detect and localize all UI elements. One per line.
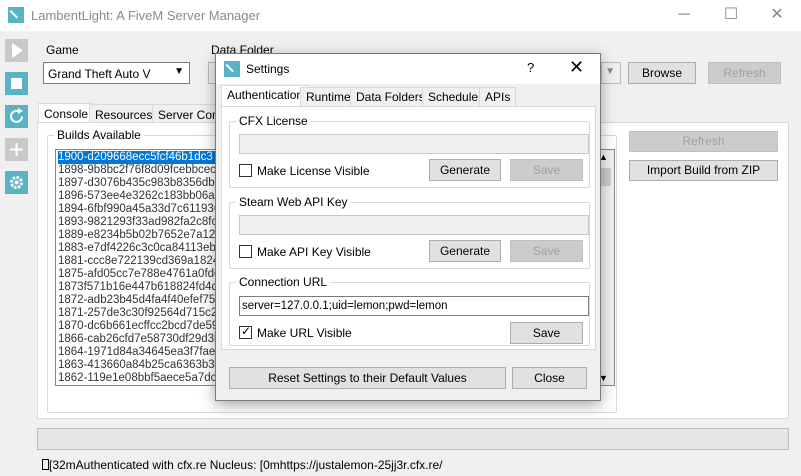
builds-refresh-button[interactable]: Refresh	[629, 131, 778, 152]
tab-data-folders[interactable]: Data Folders	[350, 87, 431, 106]
stop-icon	[11, 78, 22, 89]
title-bar: LambentLight: A FiveM Server Manager ─ ☐…	[0, 0, 801, 31]
data-folder-select-arrow[interactable]: ▼	[601, 62, 621, 84]
cfx-generate-button[interactable]: Generate	[429, 159, 501, 181]
game-select-value: Grand Theft Auto V	[48, 67, 151, 81]
steam-save-button[interactable]: Save	[510, 240, 583, 262]
build-list-item[interactable]: 1866-cab26cfd7e58730df29d3b8	[58, 333, 218, 346]
api-key-visible-label: Make API Key Visible	[257, 245, 371, 259]
reset-settings-button[interactable]: Reset Settings to their Default Values	[229, 367, 506, 389]
connection-save-button[interactable]: Save	[510, 322, 583, 344]
connection-url-title: Connection URL	[236, 275, 331, 289]
connection-url-input[interactable]: server=127.0.0.1;uid=lemon;pwd=lemon	[239, 296, 589, 316]
connection-url-group: Connection URL server=127.0.0.1;uid=lemo…	[229, 275, 590, 346]
browse-button[interactable]: Browse	[628, 62, 696, 84]
tab-server-config[interactable]: Server Confi	[152, 104, 216, 124]
tab-authentication[interactable]: Authentication	[221, 85, 310, 107]
data-folder-refresh-button[interactable]: Refresh	[708, 62, 781, 84]
api-key-visible-checkbox[interactable]	[239, 245, 252, 258]
settings-button[interactable]	[5, 171, 28, 194]
tab-resources[interactable]: Resources	[89, 104, 159, 124]
license-visible-checkbox[interactable]	[239, 164, 252, 177]
url-visible-checkbox[interactable]	[239, 324, 252, 339]
main-window: LambentLight: A FiveM Server Manager ─ ☐…	[0, 0, 801, 476]
status-text: [32mAuthenticated with cfx.re Nucleus: […	[42, 458, 443, 472]
build-list-item[interactable]: 1883-e7df4226c3c0ca84113ebee	[58, 242, 218, 255]
play-button[interactable]	[5, 39, 28, 62]
build-list-item[interactable]: 1870-dc6b661ecffcc2bcd7de599	[58, 320, 218, 333]
build-list-item[interactable]: 1898-9b8bc2f76f8d09fcebbcecd3	[58, 164, 218, 177]
game-label: Game	[46, 43, 79, 57]
maximize-button[interactable]: ☐	[708, 0, 754, 31]
tab-apis[interactable]: APIs	[479, 87, 517, 106]
build-list-item[interactable]: 1889-e8234b5b02b7652e7a1258	[58, 229, 218, 242]
license-visible-label: Make License Visible	[257, 164, 370, 178]
steam-api-input[interactable]	[239, 215, 589, 235]
escape-glyph-icon	[42, 459, 49, 470]
app-logo-icon	[8, 7, 24, 23]
import-build-button[interactable]: Import Build from ZIP	[629, 160, 778, 181]
connection-url-value: server=127.0.0.1;uid=lemon;pwd=lemon	[242, 300, 448, 312]
dialog-close-icon[interactable]: ✕	[569, 57, 584, 78]
status-message: [32mAuthenticated with cfx.re Nucleus: […	[49, 458, 443, 472]
gear-icon	[10, 176, 23, 189]
build-list-item[interactable]: 1864-1971d84a34645ea3f7faeba	[58, 346, 218, 359]
help-button[interactable]: ?	[527, 60, 534, 75]
build-list-item[interactable]: 1862-119e1e08bbf5aece5a7dc9a	[58, 372, 218, 385]
app-title: LambentLight: A FiveM Server Manager	[31, 8, 261, 23]
build-list-item[interactable]: 1875-afd05cc7e788e4761a0fded	[58, 268, 218, 281]
stop-button[interactable]	[5, 72, 28, 95]
close-window-button[interactable]: ✕	[754, 0, 800, 31]
dialog-close-button[interactable]: Close	[512, 367, 587, 389]
dialog-title: Settings	[246, 62, 290, 76]
authentication-panel: CFX License Make License Visible Generat…	[221, 106, 596, 350]
build-list-item[interactable]: 1873f571b16e447b618824fd4dc	[58, 281, 218, 294]
build-list-item[interactable]: 1897-d3076b435c983b8356dbc2	[58, 177, 218, 190]
build-list-item[interactable]: 1872-adb23b45d4fa4f40efef7594	[58, 294, 218, 307]
add-button[interactable]	[5, 138, 28, 161]
url-visible-label: Make URL Visible	[257, 326, 352, 340]
progress-bar	[37, 428, 789, 450]
build-list-item[interactable]: 1871-257de3c30f92564d715c2ea	[58, 307, 218, 320]
builds-title: Builds Available	[54, 128, 144, 142]
restart-button[interactable]	[5, 105, 28, 128]
build-list-item[interactable]: 1863-413660a84b25ca6363b3f62	[58, 359, 218, 372]
cfx-save-button[interactable]: Save	[510, 159, 583, 181]
restart-icon	[10, 108, 23, 123]
sidebar	[0, 31, 33, 476]
build-list-item[interactable]: 1894-6fbf990a45a33d7c6119368	[58, 203, 218, 216]
build-list-item[interactable]: 1893-9821293f33ad982fa2c8fc3a	[58, 216, 218, 229]
steam-api-title: Steam Web API Key	[236, 195, 351, 209]
add-icon	[10, 143, 23, 156]
tab-runtime[interactable]: Runtime	[300, 87, 357, 106]
build-list-item[interactable]: 1881-ccc8e722139cd369a18245	[58, 255, 218, 268]
steam-api-group: Steam Web API Key Make API Key Visible G…	[229, 195, 590, 269]
tab-schedule[interactable]: Schedule	[422, 87, 485, 106]
build-list-item[interactable]: 1896-573ee4e3262c183bb06aa0	[58, 190, 218, 203]
build-list-item[interactable]: 1900-d209668ecc5fcf46b1dc3	[58, 151, 218, 164]
game-select[interactable]: Grand Theft Auto V ▼	[43, 62, 190, 84]
settings-logo-icon	[224, 61, 240, 77]
play-icon	[12, 43, 23, 58]
steam-generate-button[interactable]: Generate	[429, 240, 501, 262]
chevron-down-icon: ▼	[605, 66, 615, 77]
chevron-down-icon: ▼	[174, 66, 184, 77]
minimize-button[interactable]: ─	[661, 0, 707, 31]
dialog-title-bar: Settings ? ✕	[216, 54, 600, 84]
cfx-license-title: CFX License	[236, 114, 311, 128]
cfx-license-group: CFX License Make License Visible Generat…	[229, 114, 590, 188]
settings-dialog: Settings ? ✕ Authentication Runtime Data…	[215, 53, 601, 401]
cfx-license-input[interactable]	[239, 134, 589, 154]
